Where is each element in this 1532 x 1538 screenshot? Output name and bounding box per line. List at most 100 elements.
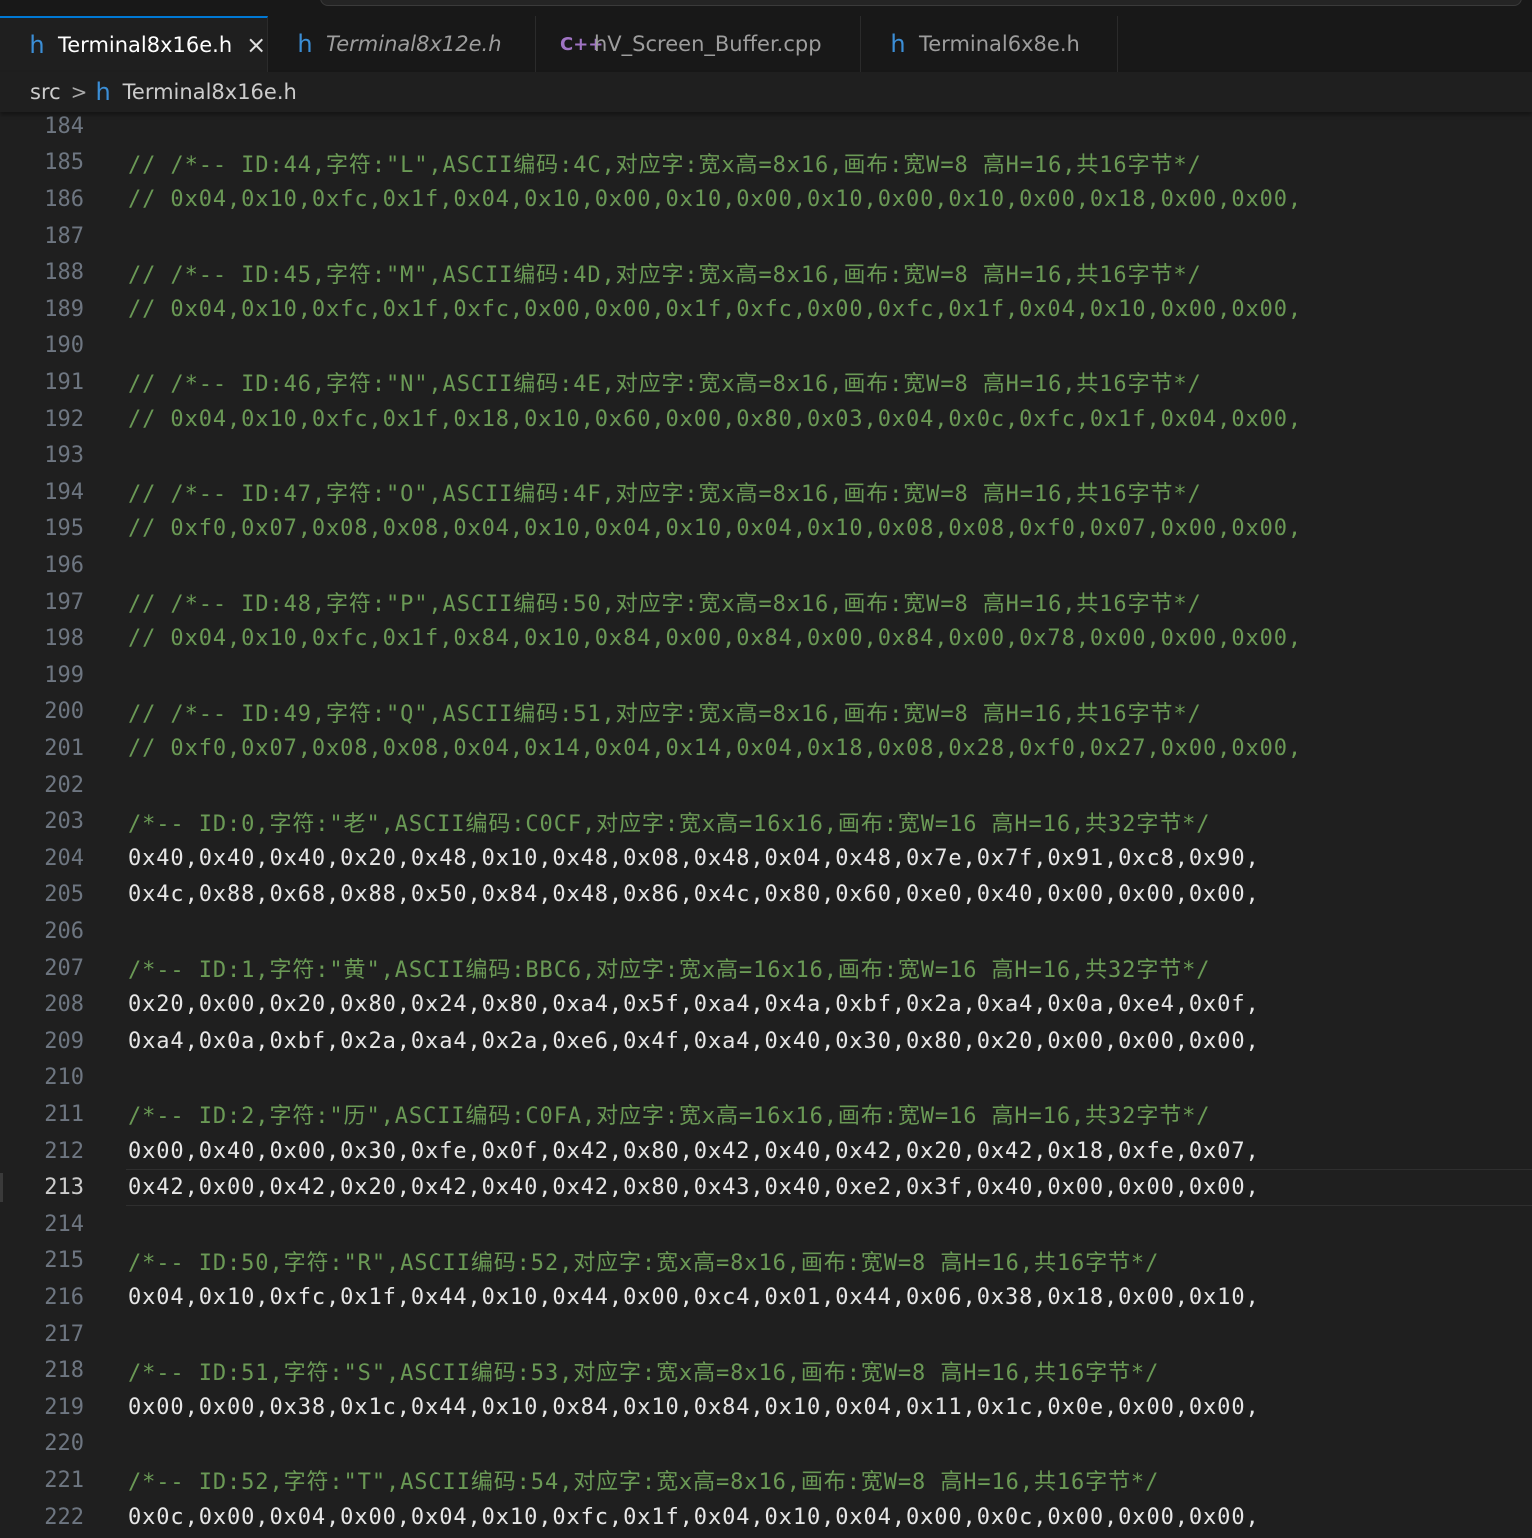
code-line[interactable]: 197 // /*-- ID:48,字符:"P",ASCII编码:50,对应字:宽… bbox=[0, 584, 1532, 621]
code-line[interactable]: 218 /*-- ID:51,字符:"S",ASCII编码:53,对应字:宽x高=… bbox=[0, 1352, 1532, 1389]
code-comment: // 0x04,0x10,0xfc,0x1f,0xfc,0x00,0x00,0x… bbox=[128, 296, 1303, 322]
code-line[interactable]: 204 0x40,0x40,0x40,0x20,0x48,0x10,0x48,0x… bbox=[0, 840, 1532, 877]
line-number: 221 bbox=[44, 1467, 84, 1493]
header-file-icon: h bbox=[95, 78, 111, 106]
gutter-indicator bbox=[0, 1173, 3, 1202]
code-line[interactable]: 210 bbox=[0, 1060, 1532, 1097]
vscode-window: h Terminal8x16e.h × h Terminal8x12e.h C+… bbox=[0, 0, 1532, 1538]
code-comment: // 0x04,0x10,0xfc,0x1f,0x04,0x10,0x00,0x… bbox=[128, 186, 1303, 212]
tab-label: Terminal8x16e.h bbox=[58, 33, 233, 57]
code-line[interactable]: 202 bbox=[0, 767, 1532, 804]
code-comment: // 0x04,0x10,0xfc,0x1f,0x84,0x10,0x84,0x… bbox=[128, 626, 1303, 652]
header-file-icon: h bbox=[890, 30, 906, 58]
command-center[interactable] bbox=[320, 0, 1522, 6]
header-file-icon: h bbox=[29, 31, 45, 59]
code-comment: /*-- ID:51,字符:"S",ASCII编码:53,对应字:宽x高=8x1… bbox=[128, 1360, 1160, 1386]
code-line[interactable]: 211 /*-- ID:2,字符:"历",ASCII编码:C0FA,对应字:宽x高… bbox=[0, 1096, 1532, 1133]
code-line[interactable]: 208 0x20,0x00,0x20,0x80,0x24,0x80,0xa4,0x… bbox=[0, 986, 1532, 1023]
code-line[interactable]: 188 // /*-- ID:45,字符:"M",ASCII编码:4D,对应字:宽… bbox=[0, 254, 1532, 291]
line-number: 216 bbox=[44, 1284, 84, 1310]
code-editor[interactable]: 184 185 // /*-- ID:44,字符:"L",ASCII编码:4C,对应… bbox=[0, 108, 1532, 1538]
breadcrumb-folder[interactable]: src bbox=[30, 80, 61, 104]
code-line[interactable]: 184 bbox=[0, 108, 1532, 145]
code-line[interactable]: 193 bbox=[0, 437, 1532, 474]
code-line[interactable]: 198 // 0x04,0x10,0xfc,0x1f,0x84,0x10,0x84… bbox=[0, 620, 1532, 657]
line-number: 201 bbox=[44, 735, 84, 761]
code-line[interactable]: 212 0x00,0x40,0x00,0x30,0xfe,0x0f,0x42,0x… bbox=[0, 1133, 1532, 1170]
cpp-file-icon: C++ bbox=[560, 33, 604, 55]
code-line[interactable]: 222 0x0c,0x00,0x04,0x00,0x04,0x10,0xfc,0x… bbox=[0, 1499, 1532, 1536]
breadcrumb: src > h Terminal8x16e.h bbox=[0, 72, 1532, 112]
code-line[interactable]: 216 0x04,0x10,0xfc,0x1f,0x44,0x10,0x44,0x… bbox=[0, 1279, 1532, 1316]
line-number: 219 bbox=[44, 1394, 84, 1420]
tab-label: Terminal8x12e.h bbox=[326, 32, 502, 56]
line-number: 214 bbox=[44, 1211, 84, 1237]
line-number: 196 bbox=[44, 552, 84, 578]
close-icon[interactable]: × bbox=[246, 33, 266, 57]
code-line[interactable]: 185 // /*-- ID:44,字符:"L",ASCII编码:4C,对应字:宽… bbox=[0, 145, 1532, 182]
line-number: 191 bbox=[44, 369, 84, 395]
line-number: 187 bbox=[44, 223, 84, 249]
line-number: 217 bbox=[44, 1321, 84, 1347]
code-line[interactable]: 199 bbox=[0, 657, 1532, 694]
code-comment: // /*-- ID:44,字符:"L",ASCII编码:4C,对应字:宽x高=… bbox=[128, 152, 1202, 178]
code-line[interactable]: 221 /*-- ID:52,字符:"T",ASCII编码:54,对应字:宽x高=… bbox=[0, 1462, 1532, 1499]
tab-terminal8x12e[interactable]: h Terminal8x12e.h bbox=[268, 16, 536, 72]
code-line[interactable]: 209 0xa4,0x0a,0xbf,0x2a,0xa4,0x2a,0xe6,0x… bbox=[0, 1023, 1532, 1060]
tab-hv-screen-buffer[interactable]: C++ hV_Screen_Buffer.cpp bbox=[536, 16, 861, 72]
code-text: 0x0c,0x00,0x04,0x00,0x04,0x10,0xfc,0x1f,… bbox=[128, 1504, 1260, 1530]
title-bar bbox=[0, 0, 1532, 16]
code-line[interactable]: 215 /*-- ID:50,字符:"R",ASCII编码:52,对应字:宽x高=… bbox=[0, 1243, 1532, 1280]
line-number: 193 bbox=[44, 443, 84, 469]
code-line[interactable]: 200 // /*-- ID:49,字符:"Q",ASCII编码:51,对应字:宽… bbox=[0, 694, 1532, 731]
code-comment: /*-- ID:50,字符:"R",ASCII编码:52,对应字:宽x高=8x1… bbox=[128, 1250, 1160, 1276]
chevron-right-icon: > bbox=[70, 80, 88, 104]
code-line[interactable]: 207 /*-- ID:1,字符:"黄",ASCII编码:BBC6,对应字:宽x高… bbox=[0, 950, 1532, 987]
code-comment: // /*-- ID:49,字符:"Q",ASCII编码:51,对应字:宽x高=… bbox=[128, 701, 1202, 727]
line-number: 202 bbox=[44, 772, 84, 798]
code-line-current[interactable]: 213 0x42,0x00,0x42,0x20,0x42,0x40,0x42,0x… bbox=[0, 1169, 1532, 1206]
code-comment: /*-- ID:52,字符:"T",ASCII编码:54,对应字:宽x高=8x1… bbox=[128, 1470, 1160, 1496]
line-number: 195 bbox=[44, 516, 84, 542]
line-number: 207 bbox=[44, 955, 84, 981]
code-line[interactable]: 189 // 0x04,0x10,0xfc,0x1f,0xfc,0x00,0x00… bbox=[0, 291, 1532, 328]
breadcrumb-file[interactable]: Terminal8x16e.h bbox=[123, 80, 297, 104]
code-line[interactable]: 192 // 0x04,0x10,0xfc,0x1f,0x18,0x10,0x60… bbox=[0, 401, 1532, 438]
code-line[interactable]: 205 0x4c,0x88,0x68,0x88,0x50,0x84,0x48,0x… bbox=[0, 877, 1532, 914]
code-comment: // /*-- ID:45,字符:"M",ASCII编码:4D,对应字:宽x高=… bbox=[128, 262, 1202, 288]
tab-label: Terminal6x8e.h bbox=[919, 32, 1080, 56]
code-comment: // /*-- ID:48,字符:"P",ASCII编码:50,对应字:宽x高=… bbox=[128, 592, 1202, 618]
code-text: 0x4c,0x88,0x68,0x88,0x50,0x84,0x48,0x86,… bbox=[128, 882, 1260, 908]
code-line[interactable]: 206 bbox=[0, 913, 1532, 950]
code-line[interactable]: 214 bbox=[0, 1206, 1532, 1243]
code-line[interactable]: 186 // 0x04,0x10,0xfc,0x1f,0x04,0x10,0x00… bbox=[0, 181, 1532, 218]
line-number: 200 bbox=[44, 699, 84, 725]
code-line[interactable]: 201 // 0xf0,0x07,0x08,0x08,0x04,0x14,0x04… bbox=[0, 730, 1532, 767]
line-number: 190 bbox=[44, 333, 84, 359]
tab-label: hV_Screen_Buffer.cpp bbox=[594, 32, 822, 56]
code-line[interactable]: 194 // /*-- ID:47,字符:"O",ASCII编码:4F,对应字:宽… bbox=[0, 474, 1532, 511]
code-line[interactable]: 217 bbox=[0, 1316, 1532, 1353]
code-line[interactable]: 187 bbox=[0, 218, 1532, 255]
code-line[interactable]: 203 /*-- ID:0,字符:"老",ASCII编码:C0CF,对应字:宽x高… bbox=[0, 803, 1532, 840]
code-line[interactable]: 220 bbox=[0, 1426, 1532, 1463]
line-number: 188 bbox=[44, 260, 84, 286]
code-line[interactable]: 195 // 0xf0,0x07,0x08,0x08,0x04,0x10,0x04… bbox=[0, 511, 1532, 548]
code-text: 0x40,0x40,0x40,0x20,0x48,0x10,0x48,0x08,… bbox=[128, 845, 1260, 871]
line-number: 206 bbox=[44, 918, 84, 944]
line-number: 205 bbox=[44, 882, 84, 908]
line-number: 203 bbox=[44, 809, 84, 835]
code-comment: // /*-- ID:47,字符:"O",ASCII编码:4F,对应字:宽x高=… bbox=[128, 482, 1202, 508]
code-line[interactable]: 196 bbox=[0, 547, 1532, 584]
line-number: 213 bbox=[44, 1175, 84, 1201]
code-text: 0x20,0x00,0x20,0x80,0x24,0x80,0xa4,0x5f,… bbox=[128, 992, 1260, 1018]
code-line[interactable]: 191 // /*-- ID:46,字符:"N",ASCII编码:4E,对应字:宽… bbox=[0, 364, 1532, 401]
code-line[interactable]: 219 0x00,0x00,0x38,0x1c,0x44,0x10,0x84,0x… bbox=[0, 1389, 1532, 1426]
code-text: 0x04,0x10,0xfc,0x1f,0x44,0x10,0x44,0x00,… bbox=[128, 1284, 1260, 1310]
tab-terminal6x8e[interactable]: h Terminal6x8e.h bbox=[861, 16, 1118, 72]
code-text: 0x00,0x40,0x00,0x30,0xfe,0x0f,0x42,0x80,… bbox=[128, 1138, 1260, 1164]
code-comment: /*-- ID:2,字符:"历",ASCII编码:C0FA,对应字:宽x高=16… bbox=[128, 1104, 1211, 1130]
code-line[interactable]: 190 bbox=[0, 328, 1532, 365]
tab-terminal8x16e[interactable]: h Terminal8x16e.h × bbox=[0, 16, 268, 72]
code-text: 0x00,0x00,0x38,0x1c,0x44,0x10,0x84,0x10,… bbox=[128, 1394, 1260, 1420]
